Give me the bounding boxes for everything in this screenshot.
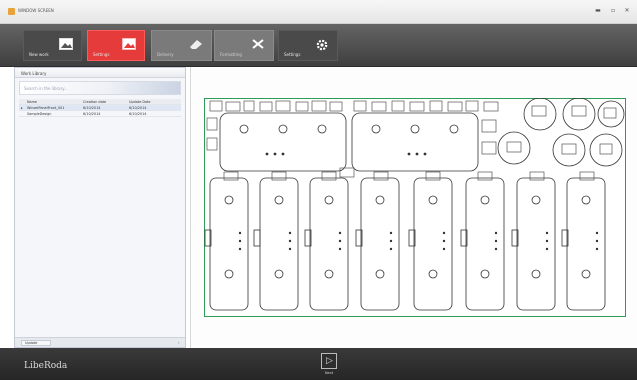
maximize-icon[interactable]: ▫ <box>607 7 619 15</box>
scissors-icon <box>252 39 264 49</box>
minimize-icon[interactable]: ▬ <box>592 7 604 15</box>
row-pointer-icon: ▸ <box>21 106 23 110</box>
library-title: Work Library <box>21 71 47 76</box>
footer-bar: LibeRoda ▷ Next <box>0 348 637 380</box>
row-updated: 6/10/2014 <box>129 112 147 116</box>
brand-logo: LibeRoda <box>24 361 68 371</box>
app-icon <box>8 8 15 15</box>
image-document-icon <box>59 38 73 50</box>
settings-button[interactable]: Settings <box>278 30 338 61</box>
column-name[interactable]: Name <box>27 100 37 104</box>
ribbon-toolbar: New work Settings Delivery Formatting Se… <box>0 24 637 67</box>
library-search-placeholder: Search in the library... <box>24 86 68 91</box>
column-creation-date[interactable]: Creation date <box>83 100 106 104</box>
panel-layout-drawing <box>204 98 626 317</box>
new-work-label: New work <box>29 52 49 57</box>
formatting-button[interactable]: Formatting <box>214 30 274 61</box>
next-label: Next <box>324 371 334 375</box>
file-table: Name Creation date Update Date ▸ WinsetP… <box>19 99 181 117</box>
new-work-button[interactable]: New work <box>23 30 82 61</box>
library-search-input[interactable]: Search in the library... <box>19 81 181 95</box>
work-library-panel: Work Library Search in the library... Na… <box>14 67 186 348</box>
close-icon[interactable]: ✕ <box>621 7 633 15</box>
next-glyph: ▷ <box>326 356 333 366</box>
next-button[interactable]: ▷ Next <box>318 353 340 377</box>
window-title: WINDOW SCREEN <box>18 8 54 13</box>
formatting-label: Formatting <box>220 52 242 57</box>
panel-scroll-arrow-icon[interactable]: › <box>178 340 182 346</box>
next-arrow-icon: ▷ <box>321 353 337 369</box>
row-name: WinsetPanelFront_001 <box>27 106 65 110</box>
settings-active-button[interactable]: Settings <box>87 30 145 61</box>
row-created: 6/10/2014 <box>83 106 101 110</box>
delivery-label: Delivery <box>157 52 174 57</box>
settings-label: Settings <box>284 52 301 57</box>
table-row[interactable]: SampleDesign 6/10/2014 6/10/2014 <box>19 111 181 117</box>
eraser-icon <box>190 40 202 49</box>
row-updated: 6/10/2014 <box>129 106 147 110</box>
row-name: SampleDesign <box>27 112 52 116</box>
library-header: Work Library <box>15 68 185 78</box>
title-bar: WINDOW SCREEN ▬ ▫ ✕ <box>0 0 637 24</box>
settings-active-label: Settings <box>93 52 110 57</box>
drawing-canvas[interactable] <box>190 67 637 348</box>
delivery-button[interactable]: Delivery <box>151 30 212 61</box>
image-document-icon <box>122 38 136 50</box>
library-footer: Update › <box>15 337 185 347</box>
update-button[interactable]: Update <box>21 340 51 346</box>
row-created: 6/10/2014 <box>83 112 101 116</box>
column-update-date[interactable]: Update Date <box>129 100 150 104</box>
gear-icon <box>316 39 328 51</box>
